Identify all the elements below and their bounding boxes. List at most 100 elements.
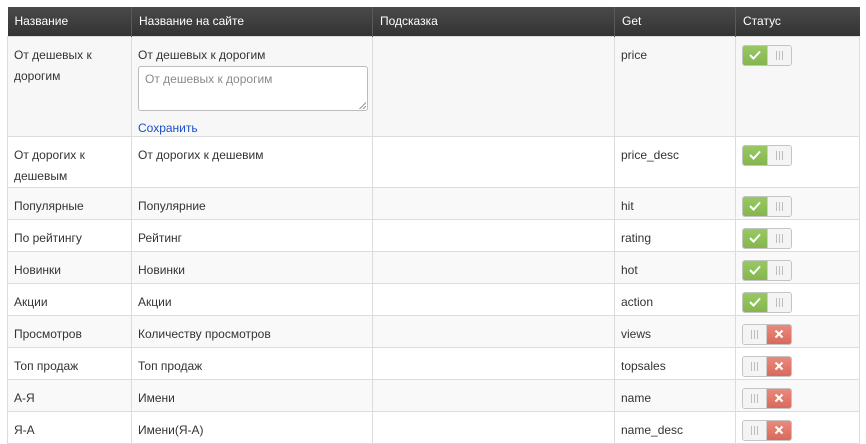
cell-site-name[interactable]: Количеству просмотров [131,314,373,348]
status-toggle[interactable] [742,144,792,166]
row-site-name[interactable]: Рейтинг [138,228,366,249]
cell-get: price_desc [614,135,736,188]
status-toggle[interactable] [742,419,792,441]
table-row: По рейтингу Рейтинг rating [7,218,860,252]
save-link[interactable]: Сохранить [138,120,366,136]
sort-options-table: Название Название на сайте Подсказка Get… [7,7,860,444]
cell-status [735,410,860,444]
check-icon [743,228,767,248]
table-row: А-Я Имени name [7,378,860,412]
cell-hint[interactable] [372,250,615,284]
row-name: Просмотров [14,326,82,341]
cell-name: По рейтингу [7,218,132,252]
row-get: rating [621,230,652,245]
row-name: От дорогих к дешевым [14,147,85,183]
cell-hint[interactable] [372,135,615,188]
toggle-grip-icon [767,260,791,280]
cell-site-name[interactable]: Топ продаж [131,346,373,380]
row-name: По рейтингу [14,230,82,245]
row-get: name_desc [621,422,684,437]
cell-name: Топ продаж [7,346,132,380]
row-get: action [621,294,654,309]
check-icon [743,45,767,65]
row-name: Популярные [14,198,84,213]
close-icon [767,324,791,344]
row-site-name[interactable]: Количеству просмотров [138,324,366,345]
cell-hint[interactable] [372,378,615,412]
cell-get: views [614,314,736,348]
cell-get: hot [614,250,736,284]
status-toggle[interactable] [742,355,792,377]
table-row: Популярные Популярние hit [7,186,860,220]
toggle-grip-icon [767,45,791,65]
row-site-name[interactable]: Акции [138,292,366,313]
cell-hint[interactable] [372,218,615,252]
resize-handle-icon[interactable] [359,101,366,109]
cell-site-name[interactable]: Популярние [131,186,373,220]
cell-status [735,282,860,316]
cell-hint[interactable] [372,282,615,316]
toggle-grip-icon [767,292,791,312]
status-toggle[interactable] [742,291,792,313]
table-row: Топ продаж Топ продаж topsales [7,346,860,380]
status-toggle[interactable] [742,195,792,217]
toggle-grip-icon [743,324,767,344]
status-toggle[interactable] [742,44,792,66]
header-name: Название [7,7,132,36]
toggle-grip-icon [767,145,791,165]
row-get: price [621,47,648,62]
toggle-grip-icon [743,356,767,376]
check-icon [743,196,767,216]
status-toggle[interactable] [742,323,792,345]
cell-site-name[interactable]: Имени(Я-А) [131,410,373,444]
table-row: Просмотров Количеству просмотров views [7,314,860,348]
cell-name: От дорогих к дешевым [7,135,132,188]
row-site-name[interactable]: Новинки [138,260,366,281]
cell-site-name[interactable]: Рейтинг [131,218,373,252]
header-get: Get [614,7,736,36]
status-toggle[interactable] [742,227,792,249]
cell-hint[interactable] [372,346,615,380]
cell-status [735,250,860,284]
cell-site-name[interactable]: Имени [131,378,373,412]
table-row: Акции Акции action [7,282,860,316]
status-toggle[interactable] [742,387,792,409]
row-site-name[interactable]: От дешевых к дорогим [138,45,366,66]
cell-hint[interactable] [372,410,615,444]
row-site-name[interactable]: От дорогих к дешевим [138,145,366,166]
close-icon [767,356,791,376]
cell-get: rating [614,218,736,252]
cell-name: А-Я [7,378,132,412]
toggle-grip-icon [743,420,767,440]
cell-site-name[interactable]: Акции [131,282,373,316]
cell-site-name[interactable]: От дорогих к дешевим [131,135,373,188]
site-name-textarea[interactable] [138,65,368,111]
row-name: Топ продаж [14,358,79,373]
cell-hint[interactable] [372,186,615,220]
cell-get: hit [614,186,736,220]
cell-name: От дешевых к дорогим [7,35,132,137]
row-site-name[interactable]: Популярние [138,196,366,217]
header-hint: Подсказка [372,7,615,36]
cell-hint[interactable] [372,314,615,348]
close-icon [767,420,791,440]
table-row: От дешевых к дорогим От дешевых к дороги… [7,35,860,137]
row-site-name[interactable]: Топ продаж [138,356,366,377]
row-name: Новинки [14,262,61,277]
cell-site-name[interactable]: Новинки [131,250,373,284]
close-icon [767,388,791,408]
toggle-grip-icon [743,388,767,408]
table-row: От дорогих к дешевым От дорогих к дешеви… [7,135,860,188]
row-get: price_desc [621,147,680,162]
status-toggle[interactable] [742,259,792,281]
cell-name: Акции [7,282,132,316]
cell-status [735,218,860,252]
table-row: Я-А Имени(Я-А) name_desc [7,410,860,444]
row-get: hit [621,198,634,213]
row-name: От дешевых к дорогим [14,47,92,83]
row-name: А-Я [14,390,35,405]
cell-hint[interactable] [372,35,615,137]
toggle-grip-icon [767,196,791,216]
row-site-name[interactable]: Имени [138,388,366,409]
row-site-name[interactable]: Имени(Я-А) [138,420,366,441]
